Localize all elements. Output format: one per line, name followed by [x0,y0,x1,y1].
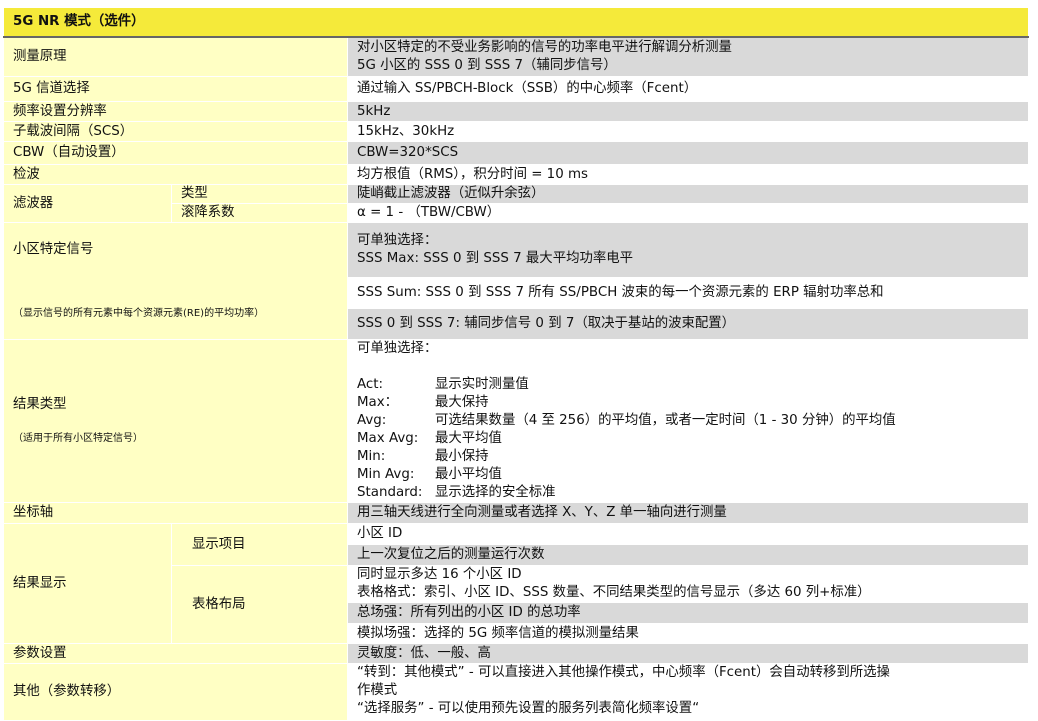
label-result-display: 结果显示 [3,523,172,644]
label-params: 参数设置 [3,643,348,664]
result-type-note: （适用于所有小区特定信号） [13,433,143,444]
label-axis: 坐标轴 [3,502,348,524]
value-cbw: CBW=320*SCS [346,141,1030,165]
row-other: 其他（参数转移） “转到：其他模式” - 可以直接进入其他操作模式，中心频率（F… [3,663,1030,721]
value-result-type: 可单独选择： Act: 显示实时测量值 Max： 最大保持 Avg: 可选结果数量（4… [346,339,1030,503]
value-cell-signal-1: 可单独选择： SSS Max: SSS 0 到 SSS 7 最大平均功率电平 [346,222,1030,278]
value-resolution: 5kHz [346,101,1030,122]
row-params: 参数设置 灵敏度：低、一般、高 [3,643,1030,664]
result-type-key: Min: [357,449,386,464]
result-type-key: Avg: [357,413,387,428]
value-display-item-1: 小区 ID [346,523,1030,545]
value-filter-type: 陡峭截止滤波器（近似升余弦） [346,184,1030,204]
result-type-desc: 最小平均值 [435,467,502,482]
value-detection: 均方根值（RMS），积分时间 = 10 ms [346,164,1030,185]
label-cell-signal: 小区特定信号 （显示信号的所有元素中每个资源元素(RE)的平均功率） [3,222,348,340]
row-axis: 坐标轴 用三轴天线进行全向测量或者选择 X、Y、Z 单一轴向进行测量 [3,502,1030,524]
label-scs: 子载波间隔（SCS） [3,121,348,142]
spec-table: 5G NR 模式（选件） 测量原理 对小区特定的不受业务影响的信号的功率电平进行… [2,7,1030,721]
row-result-display-1: 结果显示 显示项目 小区 ID [3,523,1030,644]
value-axis: 用三轴天线进行全向测量或者选择 X、Y、Z 单一轴向进行测量 [346,502,1030,524]
result-type-title: 结果类型 [13,397,67,412]
value-principle: 对小区特定的不受业务影响的信号的功率电平进行解调分析测量 5G 小区的 SSS … [346,36,1030,77]
value-params: 灵敏度：低、一般、高 [346,643,1030,664]
value-filter-rolloff: α = 1 - （TBW/CBW） [346,203,1030,223]
result-type-item: Min Avg: 最小平均值 [357,466,1028,484]
label-principle: 测量原理 [3,36,348,77]
row-filter-type: 滤波器 类型 陡峭截止滤波器（近似升余弦） [3,184,1030,223]
row-principle: 测量原理 对小区特定的不受业务影响的信号的功率电平进行解调分析测量 5G 小区的… [3,36,1030,77]
result-type-item: Min: 最小保持 [357,448,1028,466]
result-type-desc: 最大平均值 [435,431,502,446]
result-type-desc: 最大保持 [435,395,489,410]
result-type-desc: 显示实时测量值 [435,377,529,392]
result-type-key: Act: [357,377,384,392]
result-type-key: Standard: [357,485,423,500]
result-type-key: Min Avg: [357,467,415,482]
result-type-key: Max： [357,395,399,410]
row-cbw: CBW（自动设置） CBW=320*SCS [3,141,1030,165]
label-display-items: 显示项目 [171,523,348,566]
row-cell-signal-1: 小区特定信号 （显示信号的所有元素中每个资源元素(RE)的平均功率） 可单独选择… [3,222,1030,340]
value-display-item-2: 上一次复位之后的测量运行次数 [346,544,1030,566]
label-channel: 5G 信道选择 [3,76,348,102]
row-detection: 检波 均方根值（RMS），积分时间 = 10 ms [3,164,1030,185]
value-table-layout-1: 同时显示多达 16 个小区 ID 表格格式：索引、小区 ID、SSS 数量、不同… [346,565,1030,603]
value-table-layout-2: 总场强：所有列出的小区 ID 的总功率 [346,602,1030,624]
label-detection: 检波 [3,164,348,185]
value-cell-signal-3: SSS 0 到 SSS 7: 辅同步信号 0 到 7（取决于基站的波束配置） [346,307,1030,341]
result-type-item: Max Avg: 最大平均值 [357,430,1028,448]
row-channel: 5G 信道选择 通过输入 SS/PBCH-Block（SSB）的中心频率（Fce… [3,76,1030,102]
row-scs: 子载波间隔（SCS） 15kHz、30kHz [3,121,1030,142]
result-type-item: Act: 显示实时测量值 [357,376,1028,394]
result-type-desc: 显示选择的安全标准 [435,485,556,500]
label-filter-type: 类型 [171,184,348,204]
label-filter-rolloff: 滚降系数 [171,203,348,223]
result-type-intro: 可单独选择： [357,341,438,356]
value-channel: 通过输入 SS/PBCH-Block（SSB）的中心频率（Fcent） [346,76,1030,102]
value-scs: 15kHz、30kHz [346,121,1030,142]
row-resolution: 频率设置分辨率 5kHz [3,101,1030,122]
label-filter: 滤波器 [3,184,172,223]
label-resolution: 频率设置分辨率 [3,101,348,122]
result-type-desc: 最小保持 [435,449,489,464]
result-type-list: Act: 显示实时测量值 Max： 最大保持 Avg: 可选结果数量（4 至 256）… [357,376,1028,502]
label-table-layout: 表格布局 [171,565,348,644]
table-title: 5G NR 模式（选件） [2,7,1030,38]
result-type-item: Max： 最大保持 [357,394,1028,412]
label-cbw: CBW（自动设置） [3,141,348,165]
result-type-item: Standard: 显示选择的安全标准 [357,484,1028,502]
value-table-layout-3: 模拟场强：选择的 5G 频率信道的模拟测量结果 [346,623,1030,644]
cell-signal-title: 小区特定信号 [13,242,94,257]
cell-signal-note: （显示信号的所有元素中每个资源元素(RE)的平均功率） [13,308,265,319]
result-type-item: Avg: 可选结果数量（4 至 256）的平均值，或者一定时间（1 - 30 分钟… [357,412,1028,430]
label-other: 其他（参数转移） [3,663,348,721]
result-type-desc: 可选结果数量（4 至 256）的平均值，或者一定时间（1 - 30 分钟）的平均… [435,413,896,428]
result-type-key: Max Avg: [357,431,419,446]
row-result-type: 结果类型 （适用于所有小区特定信号） 可单独选择： Act: 显示实时测量值 Ma… [3,339,1030,503]
value-cell-signal-2: SSS Sum: SSS 0 到 SSS 7 所有 SS/PBCH 波束的每一个… [346,276,1030,309]
label-result-type: 结果类型 （适用于所有小区特定信号） [3,339,348,503]
value-other: “转到：其他模式” - 可以直接进入其他操作模式，中心频率（Fcent）会自动转… [346,663,1030,721]
table-header-row: 5G NR 模式（选件） [2,7,1030,38]
